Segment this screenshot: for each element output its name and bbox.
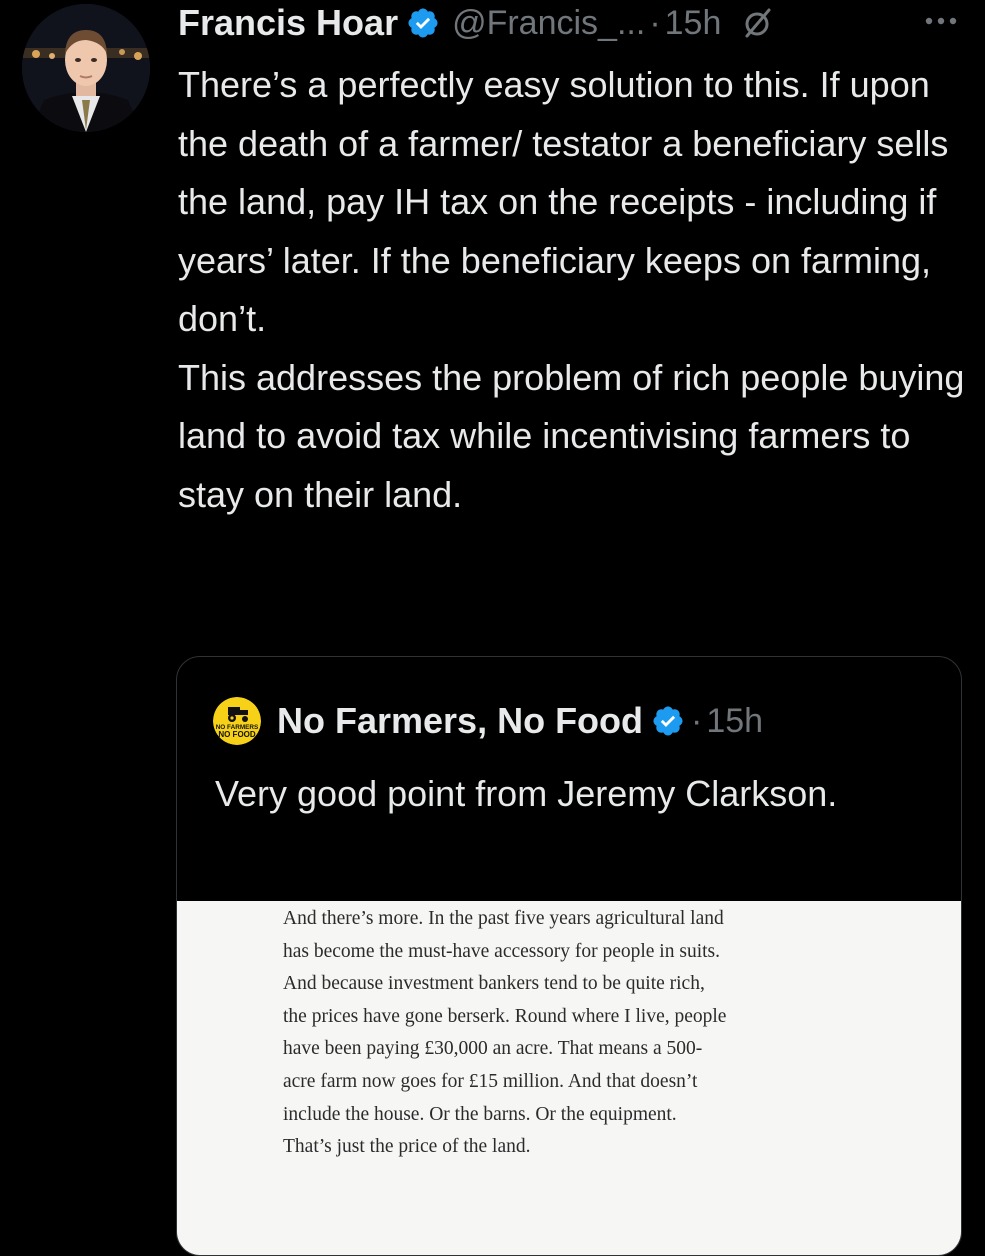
logo-text-line2: NO FOOD — [218, 730, 256, 739]
tweet-header: Francis Hoar @Francis_... · 15h — [178, 0, 775, 46]
no-farmers-no-food-logo[interactable]: NO FARMERS NO FOOD — [213, 697, 261, 745]
article-line: And there’s more. In the past five years… — [283, 908, 724, 929]
quoted-tweet-header: NO FARMERS NO FOOD No Farmers, No Food ·… — [213, 697, 763, 745]
quoted-header-separator: · — [691, 701, 703, 740]
tweet-timestamp[interactable]: 15h — [665, 4, 722, 43]
verified-badge-icon[interactable] — [406, 6, 440, 40]
more-options-icon[interactable] — [920, 8, 962, 34]
quoted-author-name[interactable]: No Farmers, No Food — [277, 700, 643, 742]
header-separator: · — [649, 3, 661, 42]
tweet-text: There’s a perfectly easy solution to thi… — [178, 64, 965, 515]
author-name[interactable]: Francis Hoar — [178, 2, 398, 44]
article-line: has become the must-have accessory for p… — [283, 940, 720, 962]
article-excerpt-text: And there’s more. In the past five years… — [283, 903, 923, 1164]
article-line: And because investment bankers tend to b… — [283, 973, 705, 995]
article-line: That’s just the price of the land. — [283, 1136, 531, 1158]
article-line: acre farm now goes for £15 million. And … — [283, 1070, 698, 1092]
article-line: have been paying £30,000 an acre. That m… — [283, 1038, 703, 1060]
grok-icon[interactable] — [741, 6, 775, 40]
avatar-photo — [22, 4, 150, 132]
article-line: the prices have gone berserk. Round wher… — [283, 1005, 727, 1027]
author-handle[interactable]: @Francis_... — [452, 4, 645, 43]
author-avatar[interactable] — [22, 4, 150, 132]
article-excerpt-image[interactable]: And there’s more. In the past five years… — [177, 901, 961, 1255]
quoted-tweet-text: Very good point from Jeremy Clarkson. — [215, 773, 838, 814]
quoted-tweet-timestamp[interactable]: 15h — [706, 702, 763, 741]
quoted-verified-badge-icon[interactable] — [651, 704, 685, 738]
quoted-tweet-card[interactable]: NO FARMERS NO FOOD No Farmers, No Food ·… — [176, 656, 962, 1256]
article-line: include the house. Or the barns. Or the … — [283, 1103, 677, 1125]
